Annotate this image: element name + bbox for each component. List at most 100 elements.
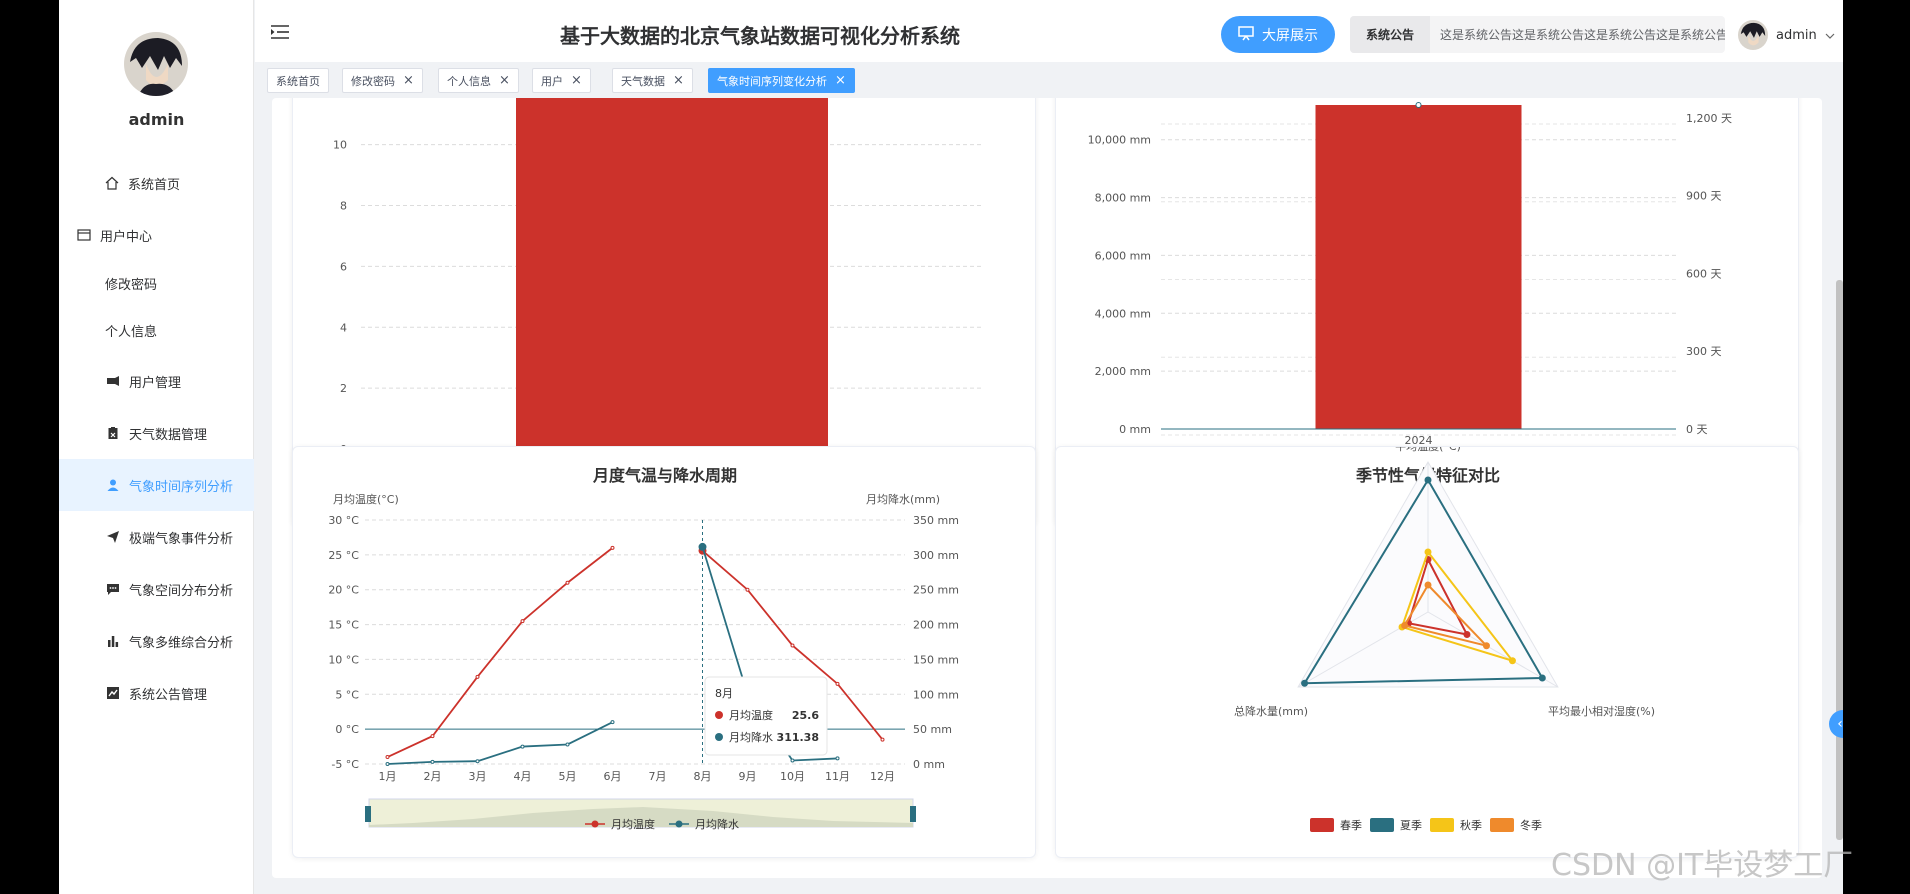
line-chart-icon [105,685,121,701]
tooltip-marker [715,711,723,719]
sidebar: admin 系统首页 用户中心 修改密码 个人信息 用户管理 天气数据管理 气象… [59,0,254,894]
series-point [565,742,570,747]
tag-change-password[interactable]: 修改密码 × [342,68,423,93]
sidebar-item-label: 修改密码 [105,277,158,293]
sidebar-item-notices[interactable]: 系统公告管理 [59,667,254,719]
datazoom-handle-left [365,806,371,822]
legend-marker [591,820,599,828]
tag-profile[interactable]: 个人信息 × [438,68,519,93]
radar-indicator-label: 平均温度(°C) [1395,447,1461,453]
radar-point [1424,548,1432,556]
series-point [610,545,615,550]
y-right-tick-label: 50 mm [913,723,952,736]
person-icon [105,477,121,493]
sidebar-item-label: 系统首页 [128,177,181,193]
series-point [880,737,885,742]
notice-text: 这是系统公告这是系统公告这是系统公告这是系统公告 [1440,28,1725,42]
tooltip-value: 311.38 [777,731,819,744]
series-point [475,674,480,679]
series-point [430,759,435,764]
sidebar-item-label: 极端气象事件分析 [129,531,234,547]
tag-weather-data[interactable]: 天气数据 × [612,68,693,93]
sidebar-item-profile[interactable]: 个人信息 [59,304,254,356]
sidebar-item-weather-data[interactable]: 天气数据管理 [59,407,254,459]
app-window: admin 系统首页 用户中心 修改密码 个人信息 用户管理 天气数据管理 气象… [59,0,1843,894]
series-point [790,758,795,763]
sidebar-item-time-series[interactable]: 气象时间序列分析 [59,459,254,511]
radar-indicator-label: 平均最小相对湿度(%) [1548,704,1655,718]
legend-label: 冬季 [1520,818,1542,832]
series-point [698,542,707,551]
sidebar-item-label: 系统公告管理 [129,687,208,703]
close-icon[interactable]: × [835,74,846,87]
monthly-cycle-chart: 月度气温与降水周期月均温度(°C) 月均降水(mm) -5 °C 0 °C 5 °C 10… [328,466,959,831]
sidebar-item-spatial[interactable]: 气象空间分布分析 [59,563,254,615]
y-tick-label: 8 [340,200,347,213]
y-left-tick-label: 0 °C [335,723,359,736]
x-tick-label: 2月 [424,770,442,783]
close-icon[interactable]: × [499,74,510,87]
y-right-tick-label: 300 mm [913,549,959,562]
series-line [387,721,613,765]
avatar[interactable] [124,32,188,96]
x-tick-label: 3月 [469,770,487,783]
y-tick-label: 6 [340,260,347,273]
bar-chart-icon [105,633,121,649]
header: 基于大数据的北京气象站数据可视化分析系统 大屏展示 系统公告 这是系统公告这是系… [255,0,1843,62]
page-title: 基于大数据的北京气象站数据可视化分析系统 [560,24,960,48]
tag-label: 用户 [541,74,563,88]
sidebar-item-label: 用户中心 [100,229,153,245]
y-left-tick-label: 2,000 mm [1095,365,1151,378]
scrollbar[interactable] [1836,280,1843,840]
y-right-axis-title: 月均降水(mm) [866,492,940,506]
tag-users[interactable]: 用户 × [532,68,591,93]
notice-label: 系统公告 [1350,16,1430,53]
big-screen-button[interactable]: 大屏展示 [1221,16,1335,53]
sidebar-item-extreme-events[interactable]: 极端气象事件分析 [59,511,254,563]
sidebar-item-label: 个人信息 [105,324,158,340]
sidebar-item-label: 用户管理 [129,375,182,391]
tooltip-value: 25.6 [792,709,819,722]
user-dropdown[interactable]: admin [1738,20,1835,50]
radar-point [1538,674,1546,682]
tag-time-series[interactable]: 气象时间序列变化分析 × [708,68,855,93]
series-point [565,580,570,585]
tag-label: 系统首页 [276,74,320,88]
line-point [1415,102,1422,108]
y-right-tick-label: 1,200 天 [1686,112,1732,125]
tag-home[interactable]: 系统首页 [267,68,329,93]
y-left-axis-title: 月均温度(°C) [333,492,399,506]
clipboard-icon [105,425,121,441]
sidebar-item-user-center[interactable]: 用户中心 [59,209,254,261]
legend-swatch [1490,818,1514,832]
y-right-tick-label: 100 mm [913,688,959,701]
sidebar-item-label: 天气数据管理 [129,427,208,443]
legend-label: 秋季 [1460,818,1482,832]
y-left-tick-label: 4,000 mm [1095,307,1151,320]
big-screen-label: 大屏展示 [1262,27,1318,44]
x-tick-label: 4月 [514,770,532,783]
chart-title: 月度气温与降水周期 [592,466,737,485]
close-icon[interactable]: × [571,74,582,87]
y-right-tick-label: 600 天 [1686,267,1722,280]
legend-swatch [1430,818,1454,832]
sidebar-item-user-management[interactable]: 用户管理 [59,355,254,407]
series-point [475,759,480,764]
close-icon[interactable]: × [673,74,684,87]
tag-label: 个人信息 [447,74,491,88]
sidebar-item-multidim[interactable]: 气象多维综合分析 [59,615,254,667]
y-tick-label: 4 [340,321,347,334]
presentation-icon [1238,25,1254,45]
x-tick-label: 1月 [379,770,397,783]
legend-marker [675,820,683,828]
x-tick-label: 5月 [559,770,577,783]
sidebar-item-home[interactable]: 系统首页 [59,157,254,209]
close-icon[interactable]: × [403,74,414,87]
sidebar-item-change-password[interactable]: 修改密码 [59,257,254,309]
legend-swatch [1310,818,1334,832]
tooltip-label: 月均降水 [729,730,773,744]
seasonal-radar-chart: 季节性气候特征对比平均温度(°C)平均最小相对湿度(%)总降水量(mm)春季夏季… [1234,447,1655,832]
radar-point [1424,581,1432,589]
collapse-arrow-icon[interactable]: ‹ [1829,710,1843,738]
y-right-tick-label: 300 天 [1686,345,1722,358]
